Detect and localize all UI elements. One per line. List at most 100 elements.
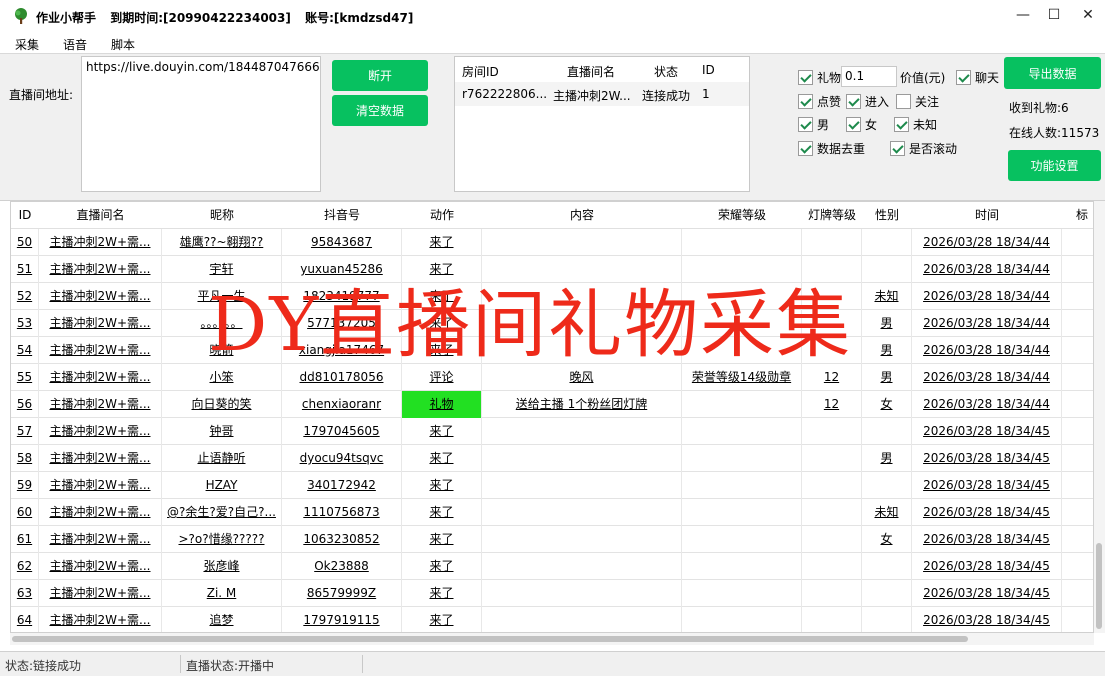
live-url-input[interactable]: https://live.douyin.com/184487047666 bbox=[81, 56, 321, 192]
table-row[interactable]: 53 主播冲刺2W+需...。。。。。。 577137205 来了 男 2026/03/2… bbox=[11, 310, 1093, 337]
cell-nickname[interactable]: 。。。。。。 bbox=[162, 310, 282, 337]
cell-tag[interactable] bbox=[1062, 553, 1093, 580]
cell-gender[interactable] bbox=[862, 472, 912, 499]
cell-gender[interactable]: 未知 bbox=[862, 283, 912, 310]
cell-nickname[interactable]: 钟哥 bbox=[162, 418, 282, 445]
cell-nickname[interactable]: @?余生?爱?自己?... bbox=[162, 499, 282, 526]
cell-room-name[interactable]: 主播冲刺2W+需... bbox=[39, 283, 162, 310]
cell-douyin-id[interactable]: 340172942 bbox=[282, 472, 402, 499]
tab-script[interactable]: 脚本 bbox=[111, 36, 135, 53]
tab-collect[interactable]: 采集 bbox=[15, 36, 40, 56]
cell-fan-level[interactable] bbox=[802, 337, 862, 364]
cell-id[interactable]: 59 bbox=[11, 472, 39, 499]
cell-honor-level[interactable] bbox=[682, 607, 802, 632]
cell-honor-level[interactable]: 荣誉等级14级勋章 bbox=[682, 364, 802, 391]
cell-action[interactable]: 来了 bbox=[402, 337, 482, 364]
cell-nickname[interactable]: 平凡一生 bbox=[162, 283, 282, 310]
cell-fan-level[interactable] bbox=[802, 499, 862, 526]
cell-content[interactable] bbox=[482, 499, 682, 526]
cell-time[interactable]: 2026/03/28 18/34/45 bbox=[912, 526, 1062, 553]
scroll-thumb[interactable] bbox=[1096, 543, 1102, 629]
cell-douyin-id[interactable]: 1110756873 bbox=[282, 499, 402, 526]
cell-douyin-id[interactable]: 86579999Z bbox=[282, 580, 402, 607]
cell-tag[interactable] bbox=[1062, 445, 1093, 472]
cell-action[interactable]: 来了 bbox=[402, 553, 482, 580]
horizontal-scrollbar[interactable] bbox=[10, 633, 1094, 645]
cell-action[interactable]: 来了 bbox=[402, 580, 482, 607]
cell-honor-level[interactable] bbox=[682, 526, 802, 553]
cell-tag[interactable] bbox=[1062, 607, 1093, 632]
cell-action[interactable]: 来了 bbox=[402, 418, 482, 445]
cell-content[interactable]: 晚风 bbox=[482, 364, 682, 391]
cell-action[interactable]: 来了 bbox=[402, 499, 482, 526]
cell-time[interactable]: 2026/03/28 18/34/45 bbox=[912, 499, 1062, 526]
cell-nickname[interactable]: >?o?惜缘????? bbox=[162, 526, 282, 553]
cell-room-name[interactable]: 主播冲刺2W+需... bbox=[39, 256, 162, 283]
cell-fan-level[interactable] bbox=[802, 526, 862, 553]
cell-tag[interactable] bbox=[1062, 418, 1093, 445]
cell-id[interactable]: 56 bbox=[11, 391, 39, 418]
cell-time[interactable]: 2026/03/28 18/34/45 bbox=[912, 472, 1062, 499]
cell-douyin-id[interactable]: 1797919115 bbox=[282, 607, 402, 632]
cell-content[interactable] bbox=[482, 553, 682, 580]
cell-douyin-id[interactable]: dd810178056 bbox=[282, 364, 402, 391]
cell-honor-level[interactable] bbox=[682, 472, 802, 499]
cell-douyin-id[interactable]: Ok23888 bbox=[282, 553, 402, 580]
column-header-tag[interactable]: 标 bbox=[1062, 202, 1093, 229]
cell-fan-level[interactable] bbox=[802, 229, 862, 256]
cell-honor-level[interactable] bbox=[682, 580, 802, 607]
cell-time[interactable]: 2026/03/28 18/34/44 bbox=[912, 229, 1062, 256]
table-row[interactable]: 63 主播冲刺2W+需... Zi. M 86579999Z 来了 2026/03/28 … bbox=[11, 580, 1093, 607]
gift-value-input[interactable]: 0.1 bbox=[841, 66, 897, 87]
column-header-room-name[interactable]: 直播间名 bbox=[39, 202, 162, 229]
cell-gender[interactable]: 女 bbox=[862, 391, 912, 418]
scroll-checkbox[interactable]: 是否滚动 bbox=[890, 140, 957, 157]
table-row[interactable]: 59 主播冲刺2W+需... HZAY 340172942 来了 2026/03/28 1… bbox=[11, 472, 1093, 499]
enter-checkbox[interactable]: 进入 bbox=[846, 93, 889, 110]
tab-voice[interactable]: 语音 bbox=[63, 36, 87, 53]
cell-nickname[interactable]: 小笨 bbox=[162, 364, 282, 391]
cell-id[interactable]: 54 bbox=[11, 337, 39, 364]
cell-douyin-id[interactable]: chenxiaoranr bbox=[282, 391, 402, 418]
cell-fan-level[interactable] bbox=[802, 607, 862, 632]
cell-id[interactable]: 58 bbox=[11, 445, 39, 472]
cell-room-name[interactable]: 主播冲刺2W+需... bbox=[39, 391, 162, 418]
cell-honor-level[interactable] bbox=[682, 256, 802, 283]
table-row[interactable]: 55 主播冲刺2W+需... 小笨 dd810178056 评论 晚风 荣誉等级14级勋章 1… bbox=[11, 364, 1093, 391]
gift-checkbox[interactable]: 礼物 bbox=[798, 69, 841, 86]
cell-id[interactable]: 51 bbox=[11, 256, 39, 283]
vertical-scrollbar[interactable] bbox=[1094, 201, 1105, 633]
cell-gender[interactable] bbox=[862, 256, 912, 283]
cell-douyin-id[interactable]: dyocu94tsqvc bbox=[282, 445, 402, 472]
cell-action[interactable]: 来了 bbox=[402, 607, 482, 632]
room-row[interactable]: r762222806... 主播冲刺2W... 连接成功 1 bbox=[455, 82, 749, 106]
cell-room-name[interactable]: 主播冲刺2W+需... bbox=[39, 526, 162, 553]
cell-tag[interactable] bbox=[1062, 391, 1093, 418]
close-button[interactable]: ✕ bbox=[1065, 0, 1105, 30]
column-header-content[interactable]: 内容 bbox=[482, 202, 682, 229]
table-row[interactable]: 61 主播冲刺2W+需... >?o?惜缘????? 1063230852 来了 女 202… bbox=[11, 526, 1093, 553]
cell-action[interactable]: 来了 bbox=[402, 310, 482, 337]
cell-room-name[interactable]: 主播冲刺2W+需... bbox=[39, 364, 162, 391]
cell-douyin-id[interactable]: xiangjia17467 bbox=[282, 337, 402, 364]
cell-room-name[interactable]: 主播冲刺2W+需... bbox=[39, 580, 162, 607]
cell-content[interactable]: 送给主播 1个粉丝团灯牌 bbox=[482, 391, 682, 418]
cell-action[interactable]: 来了 bbox=[402, 229, 482, 256]
table-row[interactable]: 56 主播冲刺2W+需... 向日葵的笑 chenxiaoranr 礼物 送给主播 1个粉… bbox=[11, 391, 1093, 418]
cell-gender[interactable] bbox=[862, 418, 912, 445]
cell-id[interactable]: 60 bbox=[11, 499, 39, 526]
cell-content[interactable] bbox=[482, 607, 682, 632]
cell-fan-level[interactable] bbox=[802, 472, 862, 499]
chat-checkbox[interactable]: 聊天 bbox=[956, 69, 999, 86]
cell-honor-level[interactable] bbox=[682, 283, 802, 310]
cell-time[interactable]: 2026/03/28 18/34/45 bbox=[912, 580, 1062, 607]
cell-time[interactable]: 2026/03/28 18/34/45 bbox=[912, 418, 1062, 445]
cell-honor-level[interactable] bbox=[682, 418, 802, 445]
cell-nickname[interactable]: 张彦峰 bbox=[162, 553, 282, 580]
table-row[interactable]: 64 主播冲刺2W+需... 追梦 1797919115 来了 2026/03/28 18… bbox=[11, 607, 1093, 632]
cell-room-name[interactable]: 主播冲刺2W+需... bbox=[39, 499, 162, 526]
cell-id[interactable]: 63 bbox=[11, 580, 39, 607]
cell-tag[interactable] bbox=[1062, 229, 1093, 256]
cell-id[interactable]: 64 bbox=[11, 607, 39, 632]
cell-tag[interactable] bbox=[1062, 580, 1093, 607]
